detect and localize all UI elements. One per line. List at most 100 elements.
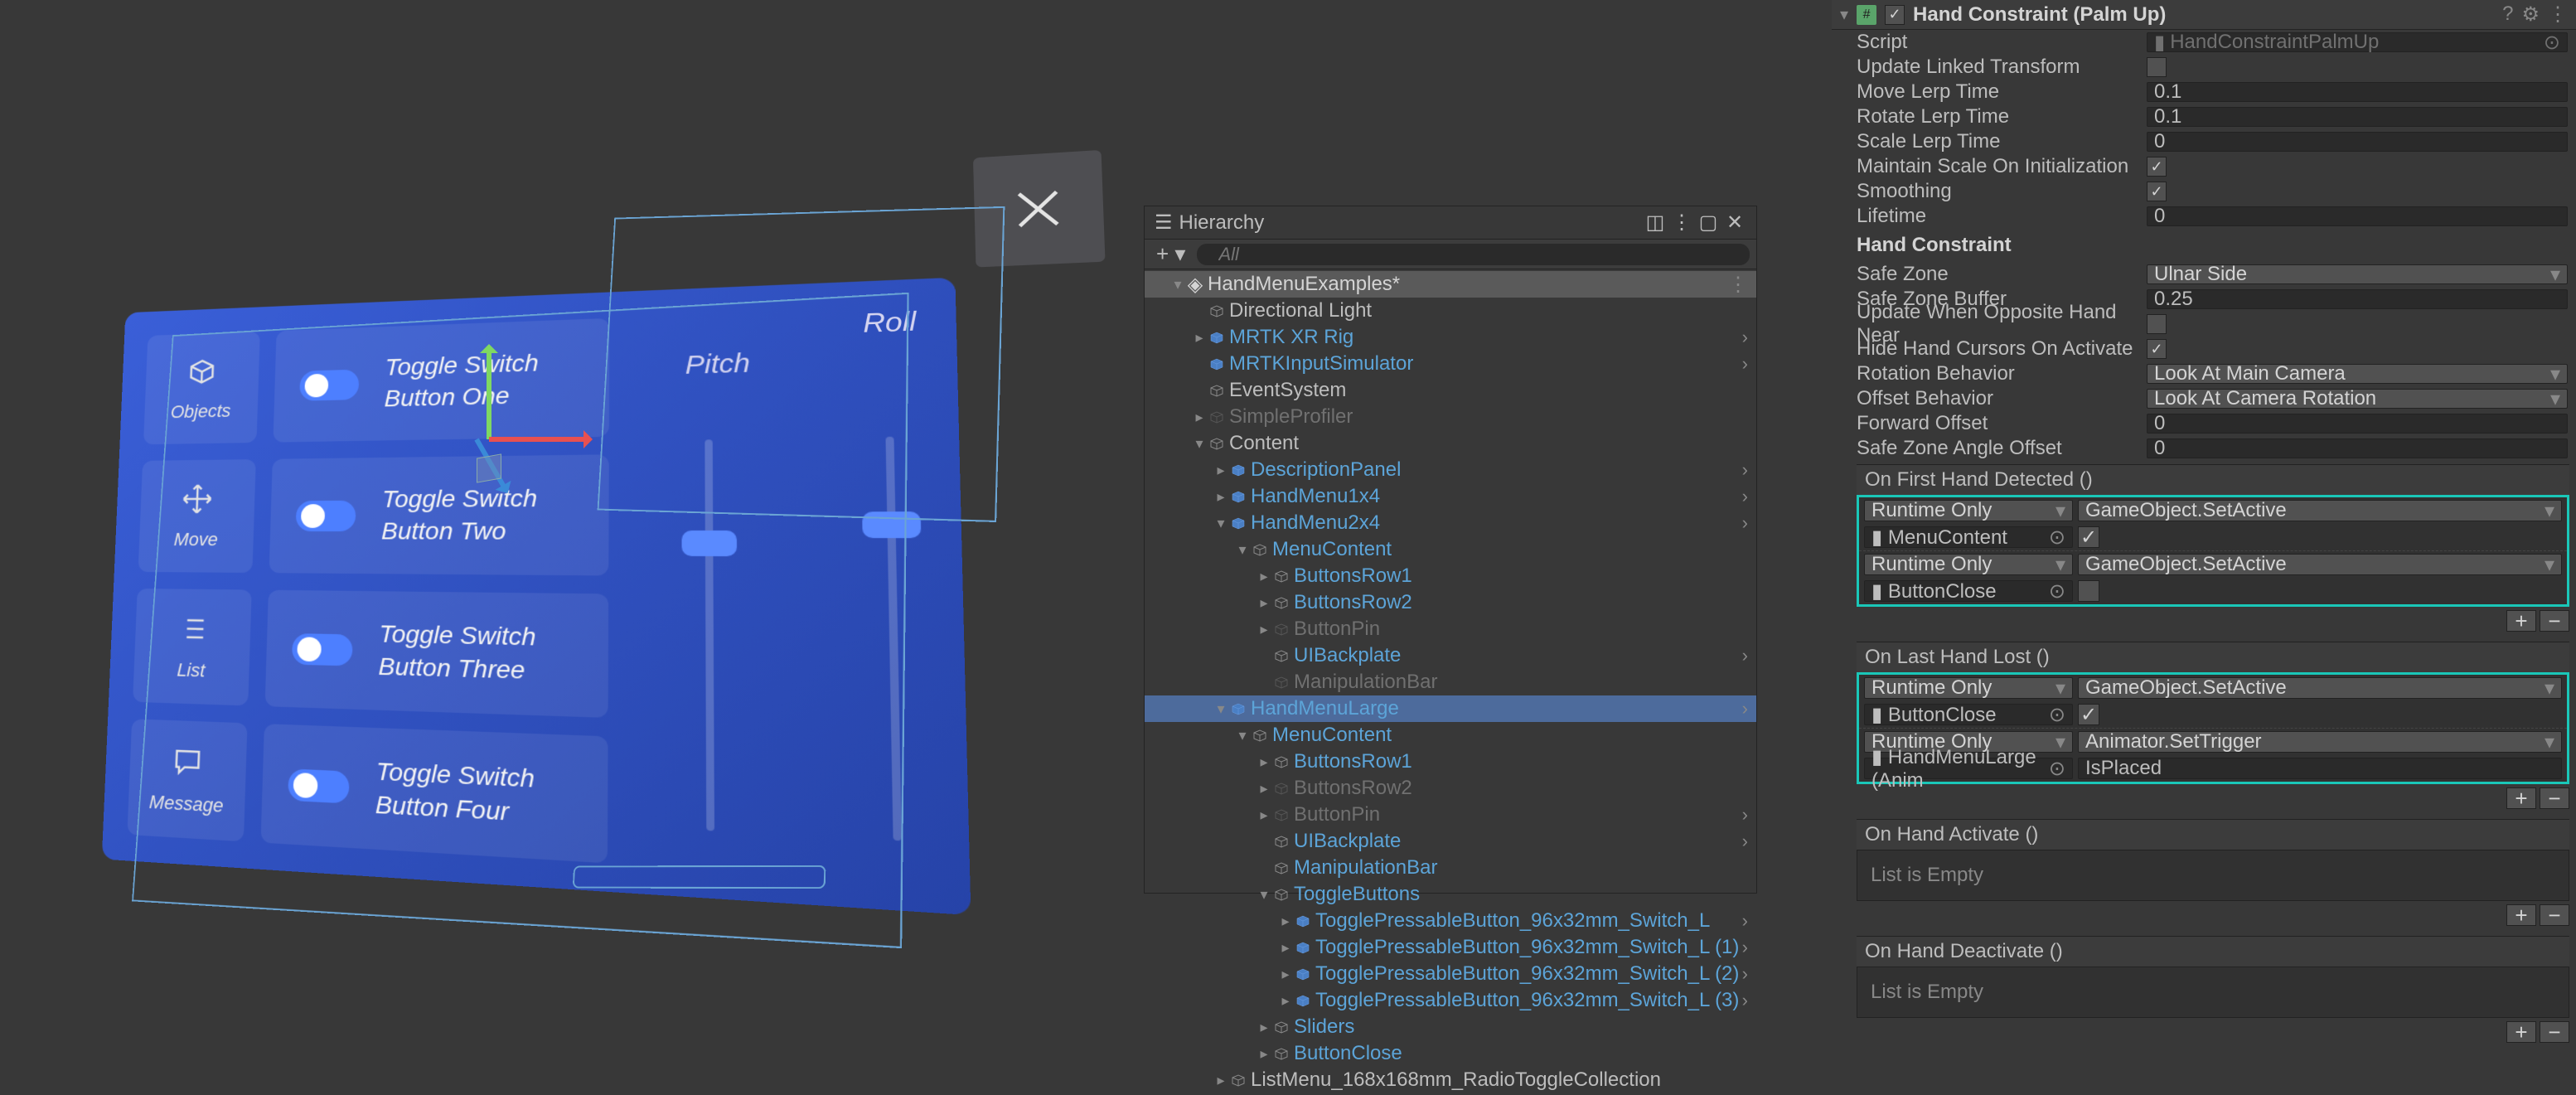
hierarchy-item[interactable]: ▸TogglePressableButton_96x32mm_Switch_L … [1145, 961, 1756, 987]
property-input[interactable]: 0 [2147, 414, 2568, 434]
event-object-field[interactable]: ▮ HandMenuLarge (Anim [1864, 758, 2073, 779]
property-input[interactable]: 0.25 [2147, 289, 2568, 309]
foldout-arrow-icon[interactable]: ▾ [1840, 4, 1848, 25]
panel-menu-icon[interactable]: ⋮ [1670, 211, 1693, 235]
property-input[interactable]: 0 [2147, 438, 2568, 458]
event-add-button[interactable]: + [2506, 904, 2536, 926]
hierarchy-item[interactable]: ▸ButtonsRow2 [1145, 589, 1756, 616]
prefab-open-icon[interactable]: › [1742, 512, 1748, 534]
event-remove-button[interactable]: − [2540, 610, 2569, 632]
hierarchy-item[interactable]: UIBackplate› [1145, 642, 1756, 669]
event-remove-button[interactable]: − [2540, 787, 2569, 809]
event-add-button[interactable]: + [2506, 610, 2536, 632]
hierarchy-item[interactable]: ManipulationBar [1145, 669, 1756, 695]
foldout-arrow-icon[interactable]: ▸ [1277, 913, 1294, 930]
event-object-field[interactable]: ▮ MenuContent [1864, 526, 2073, 548]
close-button-box[interactable] [973, 150, 1106, 268]
hierarchy-tree[interactable]: ▾◈HandMenuExamples*⋮Directional Light▸MR… [1145, 269, 1756, 1095]
hierarchy-item[interactable]: ▸TogglePressableButton_96x32mm_Switch_L … [1145, 987, 1756, 1014]
component-header[interactable]: ▾ # ✓ Hand Constraint (Palm Up) ? ⚙ ⋮ [1832, 0, 2576, 30]
toggle-switch[interactable] [296, 500, 356, 531]
event-arg-checkbox[interactable] [2078, 580, 2099, 602]
hierarchy-item[interactable]: ▾MenuContent [1145, 722, 1756, 749]
help-icon[interactable]: ? [2502, 2, 2513, 27]
event-mode-dropdown[interactable]: Runtime Only [1864, 554, 2073, 575]
event-object-field[interactable]: ▮ ButtonClose [1864, 704, 2073, 725]
event-add-button[interactable]: + [2506, 787, 2536, 809]
prefab-open-icon[interactable]: › [1742, 645, 1748, 666]
hierarchy-item[interactable]: ▾ToggleButtons [1145, 881, 1756, 908]
toggle-tile-0[interactable]: Toggle SwitchButton One [273, 318, 609, 443]
event-mode-dropdown[interactable]: Runtime Only [1864, 677, 2073, 699]
scene-view[interactable]: ObjectsMoveListMessage Toggle SwitchButt… [0, 0, 1144, 1034]
foldout-arrow-icon[interactable]: ▸ [1277, 966, 1294, 983]
preset-icon[interactable]: ⚙ [2521, 2, 2540, 27]
hierarchy-item[interactable]: ▾MenuContent [1145, 536, 1756, 563]
property-input[interactable]: 0.1 [2147, 107, 2568, 127]
foldout-arrow-icon[interactable]: ▸ [1277, 939, 1294, 957]
toggle-tile-3[interactable]: Toggle SwitchButton Four [260, 724, 608, 863]
foldout-arrow-icon[interactable]: ▾ [1234, 541, 1251, 559]
event-function-dropdown[interactable]: GameObject.SetActive [2078, 554, 2562, 575]
prefab-open-icon[interactable]: › [1742, 910, 1748, 932]
prefab-open-icon[interactable]: › [1742, 937, 1748, 958]
menu-tile-message[interactable]: Message [127, 719, 247, 841]
prefab-open-icon[interactable]: › [1742, 486, 1748, 507]
property-checkbox[interactable] [2147, 314, 2167, 334]
event-function-dropdown[interactable]: GameObject.SetActive [2078, 500, 2562, 521]
event-arg-checkbox[interactable]: ✓ [2078, 526, 2099, 548]
gizmo-x-axis[interactable] [489, 437, 588, 442]
gizmo-center[interactable] [477, 453, 501, 482]
scene-menu-icon[interactable]: ⋮ [1728, 273, 1748, 297]
foldout-arrow-icon[interactable]: ▾ [1191, 435, 1208, 453]
prefab-open-icon[interactable]: › [1742, 963, 1748, 985]
toggle-switch[interactable] [299, 369, 359, 400]
property-checkbox[interactable] [2147, 57, 2167, 77]
add-button[interactable]: + ▾ [1151, 241, 1190, 267]
event-arg-checkbox[interactable]: ✓ [2078, 704, 2099, 725]
hierarchy-item[interactable]: ▸ButtonsRow2 [1145, 775, 1756, 802]
scene-row[interactable]: ▾◈HandMenuExamples*⋮ [1145, 271, 1756, 298]
event-mode-dropdown[interactable]: Runtime Only [1864, 500, 2073, 521]
property-dropdown[interactable]: Look At Camera Rotation [2147, 389, 2568, 409]
event-function-dropdown[interactable]: GameObject.SetActive [2078, 677, 2562, 699]
hierarchy-item[interactable]: ▸TogglePressableButton_96x32mm_Switch_L … [1145, 934, 1756, 961]
property-checkbox[interactable]: ✓ [2147, 157, 2167, 177]
hierarchy-item[interactable]: ▸ListMenu_168x168mm_RadioToggleCollectio… [1145, 1067, 1756, 1093]
hierarchy-item[interactable]: ▸ButtonsRow1 [1145, 749, 1756, 775]
hierarchy-item[interactable]: EventSystem [1145, 377, 1756, 404]
event-remove-button[interactable]: − [2540, 1021, 2569, 1043]
toggle-switch[interactable] [292, 633, 353, 666]
property-dropdown[interactable]: Ulnar Side [2147, 264, 2568, 284]
hierarchy-item[interactable]: ▸ButtonsRow1 [1145, 563, 1756, 589]
hierarchy-item[interactable]: ▾HandMenu2x4› [1145, 510, 1756, 536]
hierarchy-item[interactable]: ▸TogglePressableButton_96x32mm_Switch_L› [1145, 908, 1756, 934]
property-checkbox[interactable]: ✓ [2147, 339, 2167, 359]
foldout-arrow-icon[interactable]: ▸ [1256, 621, 1272, 638]
prefab-open-icon[interactable]: › [1742, 990, 1748, 1011]
slider-track[interactable] [705, 439, 714, 831]
foldout-arrow-icon[interactable]: ▸ [1256, 1019, 1272, 1036]
foldout-arrow-icon[interactable]: ▸ [1277, 992, 1294, 1010]
foldout-arrow-icon[interactable]: ▸ [1256, 780, 1272, 797]
foldout-arrow-icon[interactable]: ▸ [1256, 807, 1272, 824]
event-object-field[interactable]: ▮ ButtonClose [1864, 580, 2073, 602]
hierarchy-item[interactable]: ▸Sliders [1145, 1014, 1756, 1040]
toggle-switch[interactable] [288, 768, 350, 803]
property-dropdown[interactable]: Look At Main Camera [2147, 364, 2568, 384]
toggle-tile-1[interactable]: Toggle SwitchButton Two [269, 454, 609, 575]
event-remove-button[interactable]: − [2540, 904, 2569, 926]
prefab-open-icon[interactable]: › [1742, 804, 1748, 826]
hierarchy-item[interactable]: ▸MRTK XR Rig› [1145, 324, 1756, 351]
hierarchy-item[interactable]: ▾Content [1145, 430, 1756, 457]
foldout-arrow-icon[interactable]: ▾ [1256, 886, 1272, 904]
toggle-tile-2[interactable]: Toggle SwitchButton Three [265, 590, 609, 718]
foldout-arrow-icon[interactable]: ▸ [1191, 409, 1208, 426]
hierarchy-item[interactable]: UIBackplate› [1145, 828, 1756, 855]
foldout-arrow-icon[interactable]: ▸ [1213, 462, 1229, 479]
panel-close-icon[interactable]: ✕ [1723, 211, 1746, 235]
foldout-arrow-icon[interactable]: ▸ [1256, 753, 1272, 771]
foldout-arrow-icon[interactable]: ▸ [1256, 594, 1272, 612]
event-function-dropdown[interactable]: Animator.SetTrigger [2078, 731, 2562, 753]
foldout-arrow-icon[interactable]: ▾ [1213, 700, 1229, 718]
